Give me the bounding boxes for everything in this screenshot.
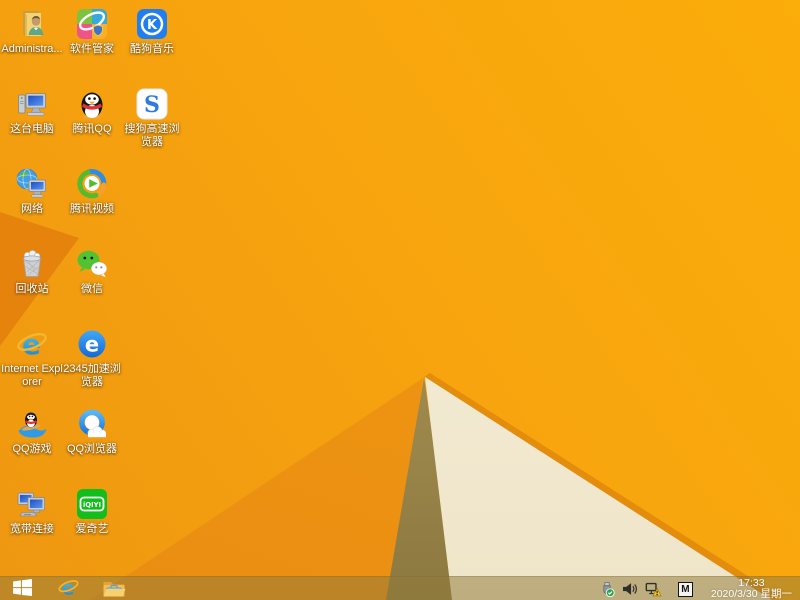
desktop-icon-wechat[interactable]: 微信 xyxy=(60,246,124,296)
iqiyi-icon: iQIYI xyxy=(74,486,110,522)
desktop-icon-qq-browser[interactable]: QQ浏览器 xyxy=(60,406,124,456)
desktop-icon-label: QQ游戏 xyxy=(12,443,51,456)
desktop: Administra... 软件管家 K xyxy=(0,0,800,600)
svg-text:iQIYI: iQIYI xyxy=(83,501,101,509)
internet-explorer-icon: e xyxy=(57,576,80,600)
recycle-bin-icon xyxy=(14,246,50,282)
desktop-icon-label: 网络 xyxy=(21,203,43,216)
desktop-icon-label: 2345加速浏览器 xyxy=(60,363,124,389)
desktop-icon-internet-explorer[interactable]: e Internet Explorer xyxy=(0,326,64,389)
network-status-warning-icon[interactable] xyxy=(645,577,662,600)
svg-text:e: e xyxy=(85,333,99,357)
qq-games-icon xyxy=(14,406,50,442)
desktop-icon-label: 搜狗高速浏览器 xyxy=(120,123,184,149)
desktop-icon-label: 爱奇艺 xyxy=(76,523,109,536)
desktop-icon-iqiyi[interactable]: iQIYI 爱奇艺 xyxy=(60,486,124,536)
desktop-icon-label: 这台电脑 xyxy=(10,123,54,136)
svg-text:S: S xyxy=(144,92,160,118)
desktop-icon-label: Internet Explorer xyxy=(0,363,64,389)
desktop-icon-label: 回收站 xyxy=(16,283,49,296)
file-explorer-icon xyxy=(102,577,126,600)
taskbar-internet-explorer-button[interactable]: e xyxy=(55,577,81,600)
desktop-icon-label: 软件管家 xyxy=(70,43,114,56)
desktop-icon-tencent-qq[interactable]: 腾讯QQ xyxy=(60,86,124,136)
wechat-icon xyxy=(74,246,110,282)
desktop-icon-label: 宽带连接 xyxy=(10,523,54,536)
clock-date: 2020/3/30 星期一 xyxy=(711,589,792,600)
system-tray: M 17:33 2020/3/30 星期一 xyxy=(599,577,800,600)
internet-explorer-icon: e xyxy=(14,326,50,362)
desktop-icon-label: 微信 xyxy=(81,283,103,296)
start-button[interactable] xyxy=(9,577,35,600)
network-icon xyxy=(14,166,50,202)
desktop-icon-software-manager[interactable]: 软件管家 xyxy=(60,6,124,56)
desktop-icon-sogou-browser[interactable]: S 搜狗高速浏览器 xyxy=(120,86,184,149)
tencent-video-icon xyxy=(74,166,110,202)
desktop-icon-network[interactable]: 网络 xyxy=(0,166,64,216)
taskbar-file-explorer-button[interactable] xyxy=(101,577,127,600)
taskbar-clock[interactable]: 17:33 2020/3/30 星期一 xyxy=(711,578,792,600)
desktop-icon-tencent-video[interactable]: 腾讯视频 xyxy=(60,166,124,216)
desktop-icon-label: 腾讯QQ xyxy=(72,123,111,136)
desktop-icon-label: 腾讯视频 xyxy=(70,203,114,216)
this-pc-icon xyxy=(14,86,50,122)
desktop-icon-administrator[interactable]: Administra... xyxy=(0,6,64,56)
2345-browser-icon: e xyxy=(74,326,110,362)
desktop-icon-kugou-music[interactable]: K 酷狗音乐 xyxy=(120,6,184,56)
kugou-music-icon: K xyxy=(134,6,170,42)
administrator-folder-icon xyxy=(14,6,50,42)
tencent-qq-icon xyxy=(74,86,110,122)
broadband-connection-icon xyxy=(14,486,50,522)
desktop-icon-label: 酷狗音乐 xyxy=(130,43,174,56)
taskbar: e xyxy=(0,576,800,600)
qq-browser-icon xyxy=(74,406,110,442)
safely-remove-hardware-icon[interactable] xyxy=(599,577,616,600)
sogou-browser-icon: S xyxy=(134,86,170,122)
desktop-icon-2345-browser[interactable]: e 2345加速浏览器 xyxy=(60,326,124,389)
desktop-icon-broadband[interactable]: 宽带连接 xyxy=(0,486,64,536)
taskbar-left: e xyxy=(0,577,127,600)
desktop-icon-qq-games[interactable]: QQ游戏 xyxy=(0,406,64,456)
desktop-icon-this-pc[interactable]: 这台电脑 xyxy=(0,86,64,136)
software-manager-icon xyxy=(74,6,110,42)
svg-text:K: K xyxy=(147,18,158,33)
desktop-icon-label: Administra... xyxy=(1,43,62,56)
desktop-icon-label: QQ浏览器 xyxy=(67,443,117,456)
volume-icon[interactable] xyxy=(622,577,639,600)
windows-logo-icon xyxy=(13,579,32,599)
desktop-icon-recycle-bin[interactable]: 回收站 xyxy=(0,246,64,296)
input-method-indicator[interactable]: M xyxy=(678,582,693,597)
